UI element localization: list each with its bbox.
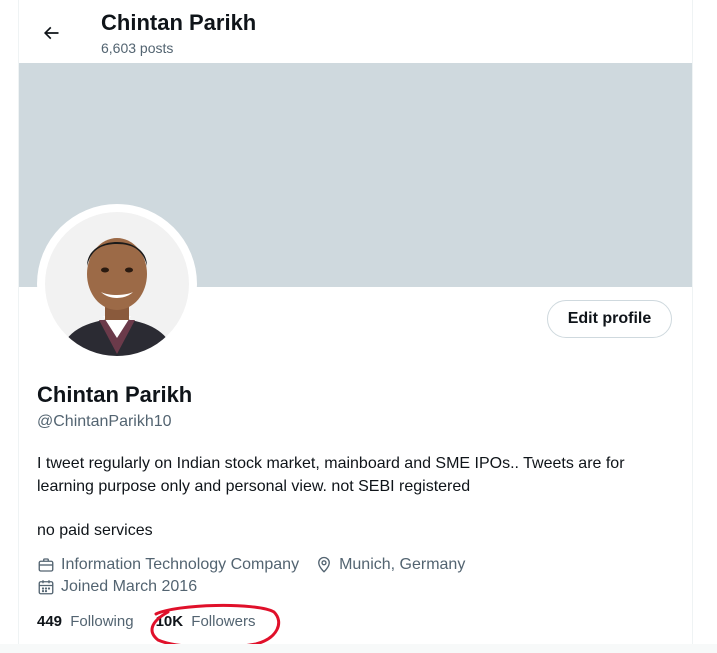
profile-location: Munich, Germany xyxy=(315,556,465,574)
profile-page: Chintan Parikh 6,603 posts Edit profile … xyxy=(18,0,693,653)
header-title: Chintan Parikh xyxy=(101,10,257,35)
joined-text: Joined March 2016 xyxy=(61,578,198,595)
bottom-strip xyxy=(0,644,717,653)
profile-joined: Joined March 2016 xyxy=(37,578,213,596)
joined-item: Joined March 2016 xyxy=(37,578,197,596)
follow-stats: 449 Following 10K Followers xyxy=(37,613,277,630)
profile-category: Information Technology Company xyxy=(37,556,299,574)
back-arrow-icon xyxy=(43,26,59,40)
location-text: Munich, Germany xyxy=(339,556,466,573)
profile-header: Chintan Parikh 6,603 posts xyxy=(19,0,692,63)
followers-link[interactable]: 10K Followers xyxy=(156,613,256,630)
following-label: Following xyxy=(70,613,134,630)
back-button[interactable] xyxy=(35,17,67,49)
following-link[interactable]: 449 Following xyxy=(37,613,134,630)
avatar[interactable] xyxy=(37,204,197,364)
post-count: 6,603 posts xyxy=(101,40,174,56)
bio-text-2: no paid services xyxy=(37,522,153,539)
followers-count: 10K xyxy=(155,613,184,630)
profile-bio: I tweet regularly on Indian stock market… xyxy=(37,452,677,542)
profile-name: Chintan Parikh xyxy=(37,382,193,407)
following-count: 449 xyxy=(37,613,63,630)
avatar-photo xyxy=(41,208,193,360)
edit-profile-button[interactable]: Edit profile xyxy=(547,300,672,338)
profile-handle: @ChintanParikh10 xyxy=(37,413,172,430)
location-pin-icon xyxy=(318,556,330,573)
followers-label: Followers xyxy=(191,613,256,630)
calendar-icon xyxy=(38,580,54,595)
category-text: Information Technology Company xyxy=(61,556,300,573)
profile-meta: Information Technology Company Munich, G… xyxy=(37,556,481,574)
briefcase-icon xyxy=(38,558,54,572)
bio-text: I tweet regularly on Indian stock market… xyxy=(37,455,625,495)
